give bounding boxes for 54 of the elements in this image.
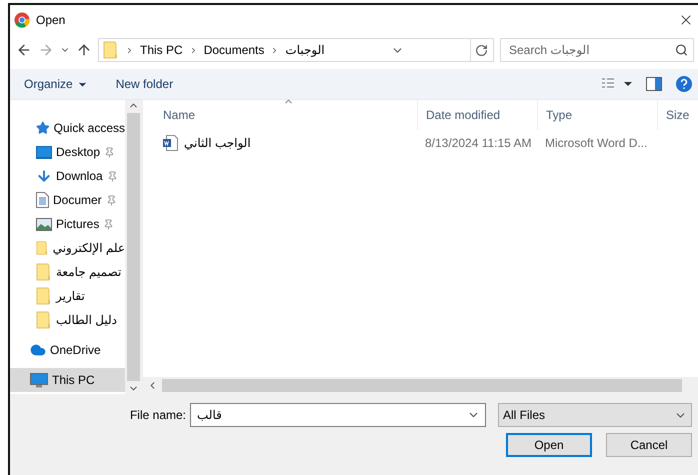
folder-icon xyxy=(36,287,52,305)
word-document-icon xyxy=(163,135,178,151)
scrollbar-thumb[interactable] xyxy=(127,113,140,381)
cloud-icon xyxy=(30,342,46,358)
document-icon xyxy=(36,192,49,208)
nav-item[interactable]: Pictures xyxy=(10,212,125,236)
star-icon xyxy=(36,121,50,135)
help-icon[interactable] xyxy=(676,76,692,92)
folder-icon xyxy=(103,41,119,59)
nav-item[interactable]: Documer xyxy=(10,188,125,212)
back-icon[interactable] xyxy=(16,42,32,58)
nav-item[interactable]: Quick access xyxy=(10,116,125,140)
folder-icon xyxy=(36,239,49,257)
search-field[interactable]: Search الوجبات xyxy=(500,38,694,62)
nav-item[interactable]: Desktop xyxy=(10,140,125,164)
column-header[interactable]: Date modified xyxy=(417,100,537,130)
column-header[interactable]: Type xyxy=(537,100,657,130)
file-name-field[interactable]: قالب xyxy=(190,403,486,427)
search-icon[interactable] xyxy=(675,44,688,56)
view-options-icon[interactable] xyxy=(602,78,632,90)
nav-item[interactable]: OneDrive xyxy=(10,338,125,362)
nav-item[interactable]: Downloa xyxy=(10,164,125,188)
nav-item[interactable]: تقارير xyxy=(10,284,125,308)
app-logo-icon xyxy=(14,12,30,28)
chevron-icon xyxy=(125,46,134,54)
preview-pane-icon[interactable] xyxy=(646,77,662,91)
dialog-button[interactable]: Cancel xyxy=(606,433,692,457)
breadcrumb-item[interactable]: This PC xyxy=(140,43,183,57)
nav-item[interactable]: This PC xyxy=(10,368,125,392)
new-folder-button[interactable]: New folder xyxy=(116,75,174,93)
breadcrumb-item[interactable]: Documents xyxy=(204,43,264,57)
column-header[interactable]: Name xyxy=(143,100,417,130)
download-icon xyxy=(36,168,52,184)
file-name-cell[interactable]: الواجب الثاني xyxy=(143,135,417,151)
nav-item[interactable]: علم الإلكتروني xyxy=(10,236,125,260)
nav-item[interactable]: تصميم جامعة xyxy=(10,260,125,284)
scrollbar-thumb[interactable] xyxy=(162,379,682,392)
folder-icon xyxy=(36,311,52,329)
date-cell-text: 8/13/2024 11:15 AM xyxy=(424,135,533,151)
computer-icon xyxy=(30,372,48,388)
folder-icon xyxy=(36,263,52,281)
file-name-label: File name: xyxy=(130,408,186,422)
file-type-dropdown[interactable]: All Files xyxy=(498,403,692,427)
organize-button[interactable]: Organize xyxy=(24,75,88,93)
type-cell-text: Microsoft Word D... xyxy=(544,135,648,151)
column-header[interactable]: Size xyxy=(657,100,698,130)
up-icon[interactable] xyxy=(76,42,92,58)
breadcrumb-item[interactable]: الوجبات xyxy=(285,43,325,57)
pictures-icon xyxy=(36,218,52,230)
desktop-icon xyxy=(36,146,52,158)
dialog-button[interactable]: Open xyxy=(506,433,592,457)
refresh-icon[interactable] xyxy=(475,44,488,56)
nav-item[interactable]: دليل الطالب xyxy=(10,308,125,332)
window-title: Open xyxy=(36,13,66,27)
